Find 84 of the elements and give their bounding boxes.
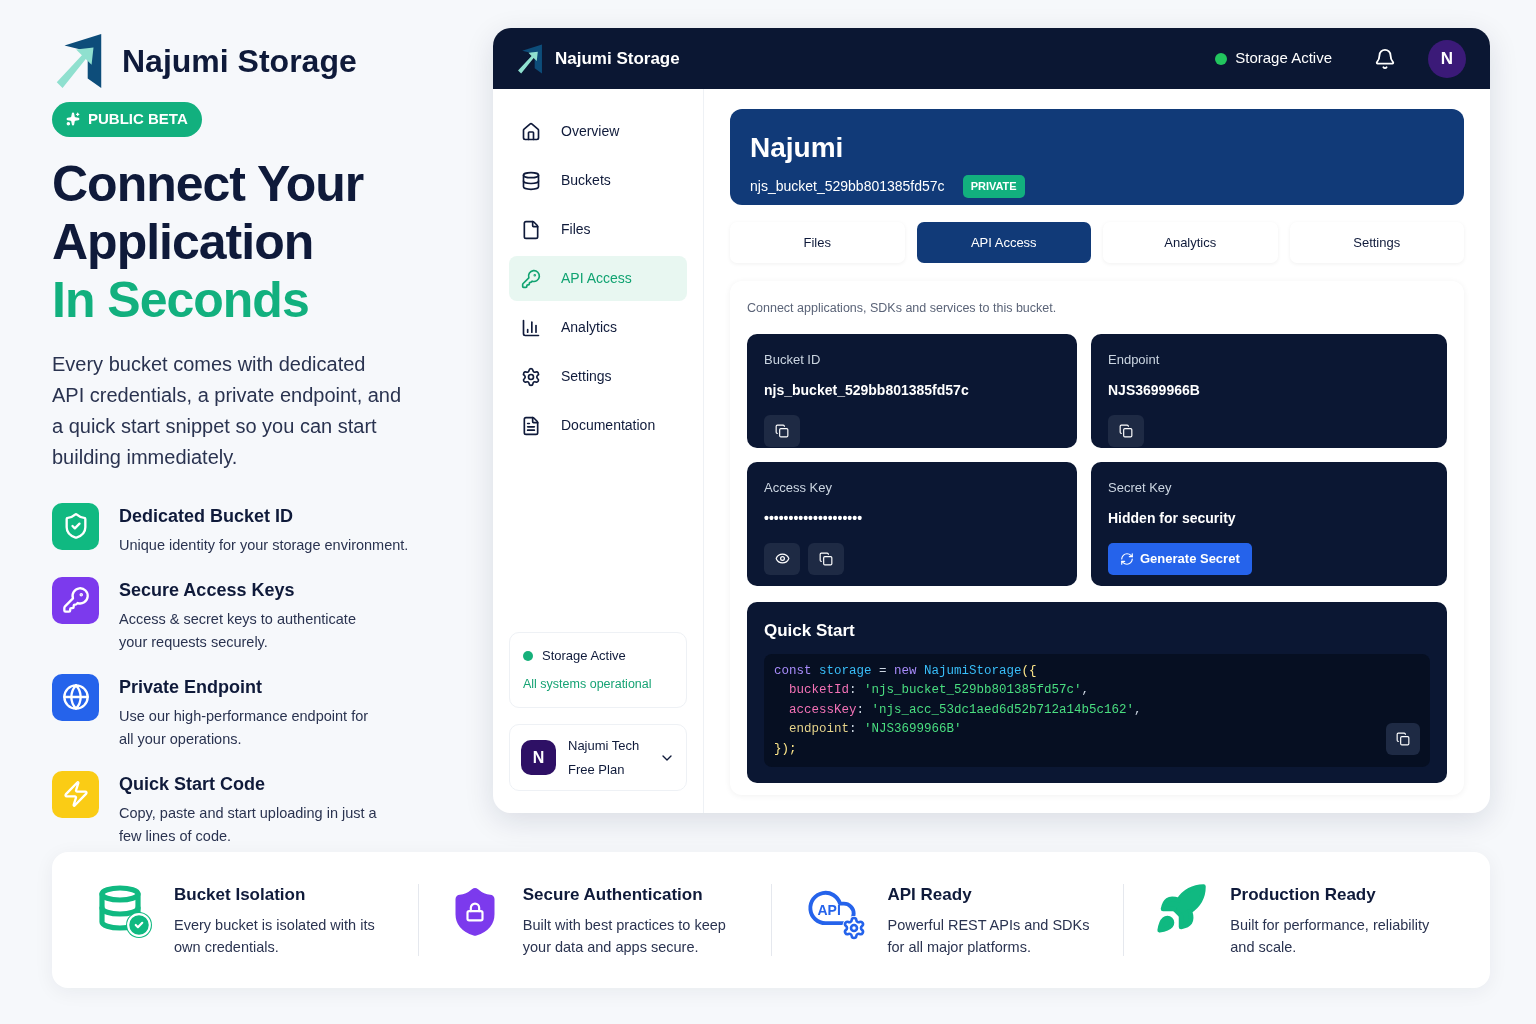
hero-accent: In Seconds bbox=[52, 270, 310, 329]
sidebar-item[interactable]: Overview bbox=[509, 109, 687, 155]
highlight-title: API Ready bbox=[887, 884, 973, 907]
hero-title: Connect Your bbox=[52, 154, 365, 213]
credential-label: Secret Key bbox=[1108, 479, 1173, 497]
bucket-name: Najumi bbox=[750, 131, 845, 166]
document-icon bbox=[521, 415, 541, 436]
feature-text: Access & secret keys to authenticate your requests securely. bbox=[119, 609, 357, 652]
hero-description: Every bucket comes with dedicated API credentials, a private endpoint, and a quick start snippet so you can start building immediately. bbox=[52, 351, 402, 470]
database-icon bbox=[521, 170, 541, 191]
status-message: All systems operational bbox=[523, 676, 653, 694]
tab[interactable]: API Access bbox=[916, 222, 1091, 264]
bolt-feature-icon bbox=[52, 770, 99, 818]
notification-icon[interactable] bbox=[1374, 47, 1396, 70]
feature-title: Quick Start Code bbox=[119, 772, 267, 796]
credential-value: NJS3699966B bbox=[1108, 380, 1201, 400]
beta-badge: PUBLIC BETA bbox=[52, 102, 202, 137]
feature-text: Use our high-performance endpoint for all your operations. bbox=[119, 706, 370, 749]
brand-name: Najumi Storage bbox=[122, 42, 357, 81]
feature-title: Private Endpoint bbox=[119, 675, 263, 699]
panel-intro: Connect applications, SDKs and services to this bucket. bbox=[747, 300, 1058, 318]
copy-button[interactable] bbox=[1386, 723, 1420, 755]
copy-icon bbox=[1119, 423, 1133, 438]
status-text: Storage Active bbox=[1235, 48, 1332, 69]
feature-title: Dedicated Bucket ID bbox=[119, 504, 295, 528]
private-badge: PRIVATE bbox=[962, 175, 1025, 198]
credential-label: Endpoint bbox=[1108, 351, 1161, 369]
highlight-text: Every bucket is isolated with its own credentials. bbox=[174, 915, 376, 957]
feature-text: Unique identity for your storage environment. bbox=[119, 535, 410, 555]
highlight-text: Built with best practices to keep your data and apps secure. bbox=[522, 915, 727, 957]
code-line: endpoint: 'NJS3699966B' bbox=[788, 721, 962, 738]
globe-feature-icon bbox=[52, 673, 99, 721]
code-line: const storage = new NajumiStorage({ bbox=[774, 662, 1037, 680]
highlight-text: Built for performance, reliability and scale. bbox=[1230, 915, 1431, 957]
account-avatar: N bbox=[521, 740, 556, 775]
copy-icon bbox=[775, 423, 789, 438]
file-icon bbox=[521, 219, 541, 240]
bucket-id: njs_bucket_529bb801385fd57c bbox=[750, 177, 945, 196]
credential-value: •••••••••••••••••••• bbox=[764, 508, 864, 528]
hero-title: Application bbox=[52, 212, 315, 271]
sidebar-item[interactable]: Files bbox=[509, 207, 687, 253]
settings-icon bbox=[521, 366, 541, 387]
account-plan: Free Plan bbox=[568, 760, 626, 779]
credential-value: Hidden for security bbox=[1108, 508, 1237, 528]
shield-feature-icon bbox=[52, 502, 99, 550]
credential-value: njs_bucket_529bb801385fd57c bbox=[764, 380, 970, 400]
sidebar-item[interactable]: Analytics bbox=[509, 305, 687, 351]
logo-icon bbox=[517, 42, 543, 75]
sidebar-item[interactable]: Settings bbox=[509, 354, 687, 400]
highlight-title: Secure Authentication bbox=[522, 884, 704, 907]
sidebar-item[interactable]: Buckets bbox=[509, 158, 687, 204]
status-title: Storage Active bbox=[542, 646, 626, 665]
highlight-title: Bucket Isolation bbox=[174, 884, 307, 907]
tab[interactable]: Settings bbox=[1289, 222, 1464, 264]
tab[interactable]: Files bbox=[730, 222, 905, 264]
user-avatar[interactable]: N bbox=[1428, 39, 1466, 78]
copy-icon bbox=[819, 551, 833, 566]
code-line: accessKey: 'njs_acc_53dc1aed6d52b712a14b5c162', bbox=[788, 701, 1142, 719]
copy-button[interactable] bbox=[764, 414, 800, 447]
bar-chart-icon bbox=[521, 317, 541, 338]
feature-text: Copy, paste and start uploading in just a few lines of code. bbox=[119, 803, 378, 846]
highlight-title: Production Ready bbox=[1230, 884, 1377, 907]
app-title: Najumi Storage bbox=[555, 47, 680, 70]
copy-icon bbox=[1396, 732, 1410, 746]
copy-button[interactable] bbox=[1108, 414, 1144, 447]
sidebar-item[interactable]: Documentation bbox=[509, 403, 687, 449]
account-name: Najumi Tech bbox=[568, 737, 640, 755]
code-line: }); bbox=[774, 740, 797, 758]
refresh-icon bbox=[1120, 551, 1134, 566]
code-line: bucketId: 'njs_bucket_529bb801385fd57c', bbox=[788, 682, 1090, 699]
key-feature-icon bbox=[52, 576, 99, 624]
account-switcher[interactable]: N Najumi Tech Free Plan bbox=[509, 724, 687, 791]
generate-secret-button[interactable]: Generate Secret bbox=[1108, 542, 1252, 575]
credential-label: Bucket ID bbox=[764, 351, 822, 369]
feature-title: Secure Access Keys bbox=[119, 578, 296, 602]
quick-start-title: Quick Start bbox=[764, 620, 856, 642]
highlight-text: Powerful REST APIs and SDKs for all major platforms. bbox=[887, 915, 1091, 957]
credential-label: Access Key bbox=[764, 479, 833, 497]
home-icon bbox=[521, 121, 541, 142]
eye-icon bbox=[774, 551, 790, 566]
reveal-button[interactable] bbox=[764, 542, 800, 575]
key-icon bbox=[521, 268, 541, 289]
tab[interactable]: Analytics bbox=[1103, 222, 1278, 264]
copy-button[interactable] bbox=[808, 542, 844, 575]
